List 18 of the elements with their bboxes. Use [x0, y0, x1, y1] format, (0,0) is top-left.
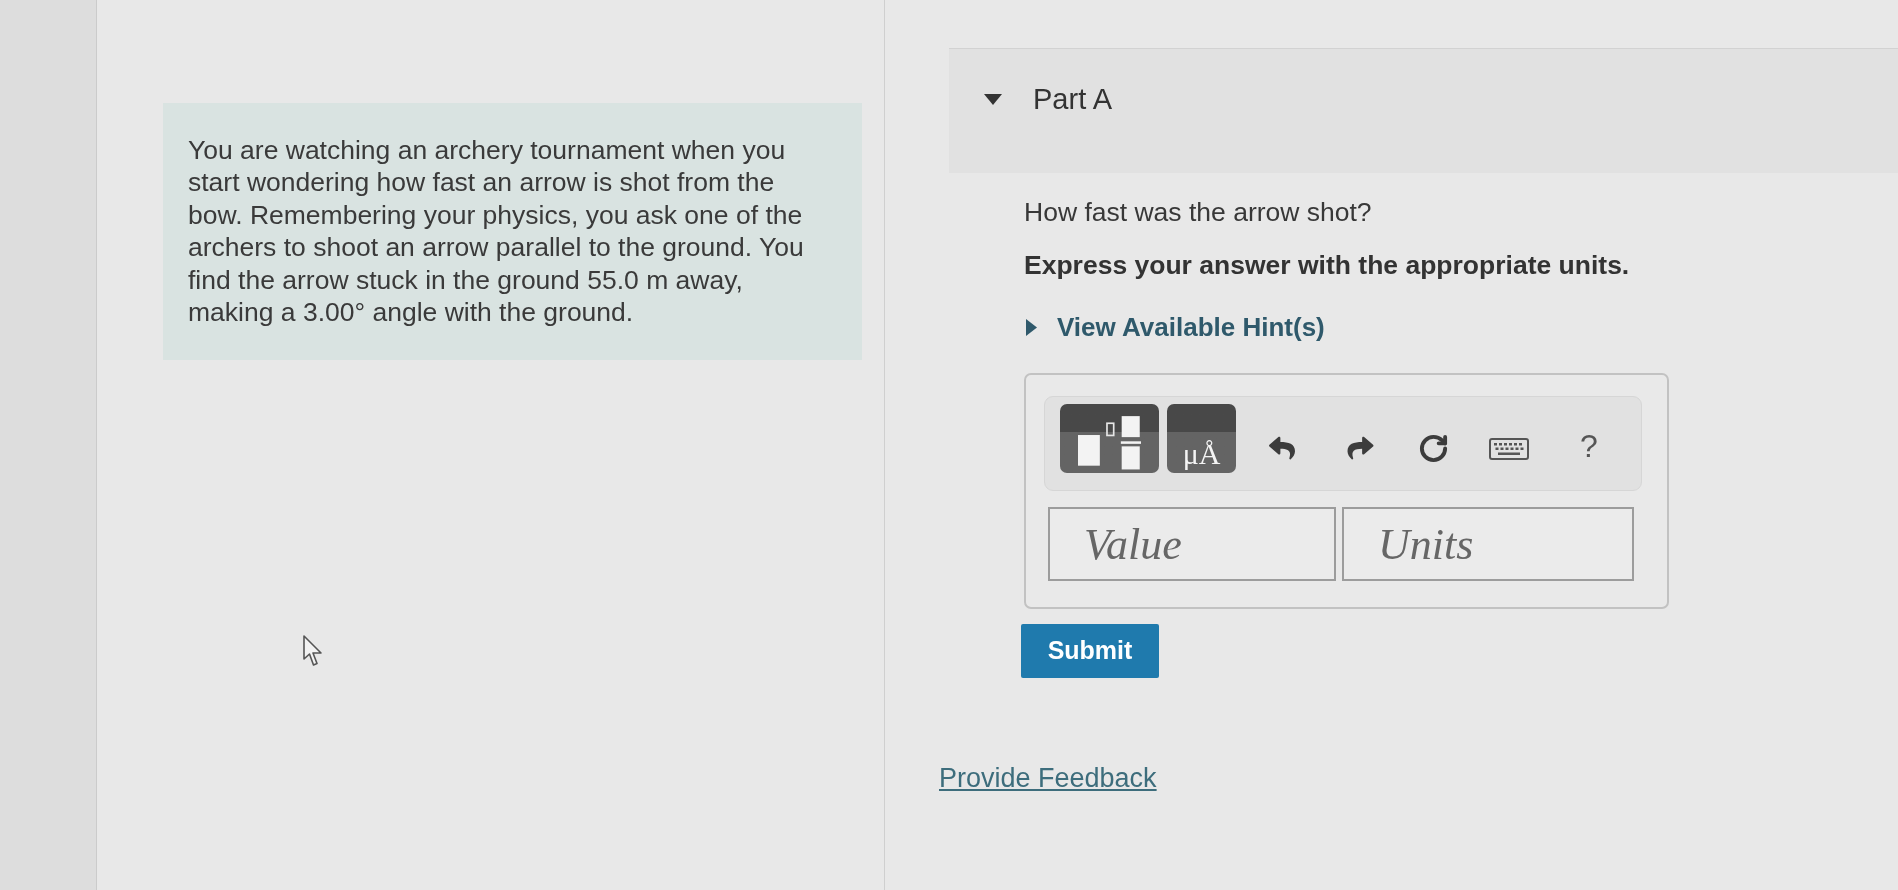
- question-text: How fast was the arrow shot?: [1024, 196, 1372, 228]
- help-button[interactable]: ?: [1576, 430, 1602, 462]
- reset-icon: [1418, 433, 1449, 464]
- templates-button[interactable]: [1060, 404, 1159, 473]
- units-button[interactable]: μÅ: [1167, 404, 1236, 473]
- problem-text: You are watching an archery tournament when you start wondering how fast an arrow is shot from the bow. Remembering your physics, you ask one of the archers to shoot an arrow parallel to the ground. You find the arrow stuck in the ground 55.0 m away, making a 3.00° angle with the ground.: [188, 134, 805, 329]
- fraction-template-icon: [1078, 416, 1141, 470]
- part-toggle[interactable]: Part A: [984, 82, 1112, 117]
- redo-icon: [1347, 435, 1374, 461]
- feedback-link[interactable]: Provide Feedback: [939, 763, 1157, 793]
- hints-toggle[interactable]: View Available Hint(s): [1026, 311, 1325, 343]
- mouse-pointer-icon: [303, 635, 323, 667]
- undo-icon: [1269, 435, 1295, 461]
- submit-button[interactable]: Submit: [1021, 624, 1159, 678]
- units-field[interactable]: Units: [1342, 507, 1634, 581]
- keyboard-icon: [1489, 438, 1529, 460]
- instruction-text: Express your answer with the appropriate units.: [1024, 249, 1630, 281]
- value-field[interactable]: Value: [1048, 507, 1336, 581]
